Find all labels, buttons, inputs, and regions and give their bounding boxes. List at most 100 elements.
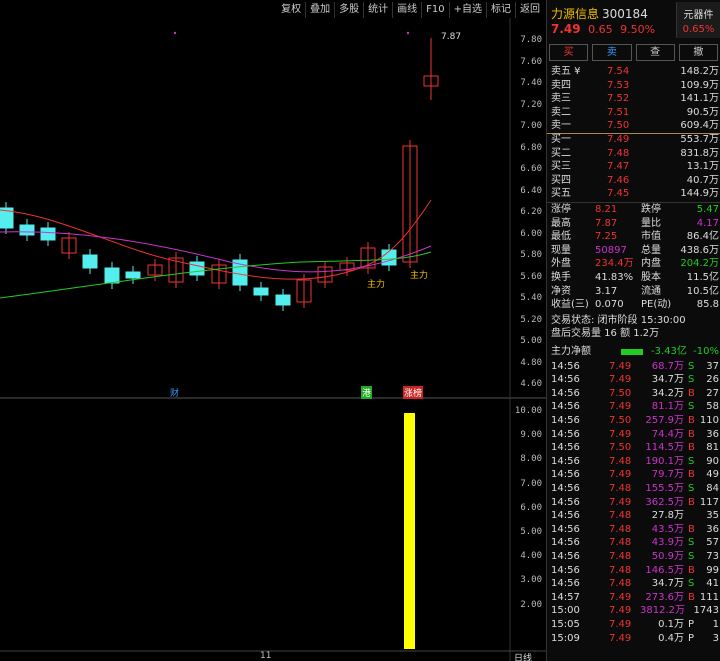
bid-row[interactable]: 买四 7.46 40.7万: [547, 174, 720, 188]
stat-row-v2: 86.4亿: [686, 231, 719, 243]
tick-row-price: 7.48: [609, 510, 632, 522]
price-tick: 6.20: [520, 207, 542, 217]
ask-row-label: 卖三: [551, 93, 571, 105]
stat-row: 外盘 234.4万 内盘 204.2万: [547, 257, 720, 271]
bid-row[interactable]: 买五 7.45 144.9万: [547, 187, 720, 201]
trade-buttons: 买卖查撤: [549, 44, 718, 61]
ask-row-price: 7.54: [607, 66, 630, 77]
tick-row-time: 14:56: [551, 442, 580, 454]
bid-row-vol: 13.1万: [686, 161, 719, 173]
trade-button-0[interactable]: 买: [549, 44, 589, 61]
price-tick: 6.40: [520, 185, 542, 196]
candle-body: [253, 287, 269, 296]
bid-row[interactable]: 买一 7.49 553.7万: [547, 133, 720, 147]
tick-row: 14:56 7.49 74.4万 B 36: [547, 428, 720, 442]
bid-row-label: 买三: [551, 161, 571, 173]
tick-row-num: 26: [706, 374, 719, 386]
stat-row-v2: 438.6万: [680, 244, 719, 256]
ask-row[interactable]: 卖二 7.51 90.5万: [547, 106, 720, 120]
stat-row: 最高 7.87 量比 4.17: [547, 217, 720, 231]
bid-row[interactable]: 买三 7.47 13.1万: [547, 160, 720, 174]
ask-row-vol: 109.9万: [680, 79, 719, 91]
tick-row-num: 1743: [693, 605, 719, 617]
stat-row: 涨停 8.21 跌停 5.47: [547, 203, 720, 217]
cai-marker[interactable]: 财: [170, 386, 179, 399]
tick-row-price: 7.50: [609, 387, 632, 399]
tick-row-num: 49: [706, 469, 719, 481]
tick-row-side: S: [688, 374, 695, 386]
stat-row: 最低 7.25 市值 86.4亿: [547, 230, 720, 244]
price-change: 0.65: [588, 23, 613, 36]
volume-tick: 7.00: [520, 478, 542, 489]
tick-row-time: 14:56: [551, 415, 580, 426]
zhangting-marker[interactable]: 涨榜: [403, 386, 424, 399]
kline-svg[interactable]: [0, 0, 546, 661]
trade-button-1[interactable]: 卖: [592, 44, 632, 61]
flow-row-value: -3.43亿: [651, 346, 687, 357]
tick-row-side: B: [688, 496, 695, 508]
stat-row-k2: 流通: [641, 285, 661, 297]
tick-row: 15:09 7.49 0.4万 P 3: [547, 632, 720, 646]
bid-row[interactable]: 买二 7.48 831.8万: [547, 147, 720, 161]
ask-row-price: 7.51: [607, 106, 630, 118]
ask-row[interactable]: 卖五 ¥ 7.54 148.2万: [547, 65, 720, 79]
tick-row-vol: 43.9万: [651, 537, 684, 549]
ask-row-label: 卖一: [551, 120, 571, 132]
sector-tag[interactable]: 元器件 0.65%: [676, 2, 720, 38]
stat-row: 换手 41.83% 股本 11.5亿: [547, 271, 720, 285]
stat-row-v1: 0.070: [595, 299, 624, 311]
stat-row-k2: 股本: [641, 272, 661, 283]
stat-row-k1: 净资: [551, 285, 571, 297]
zhuli-label-1: 主力: [367, 280, 386, 290]
bid-row-label: 买一: [551, 134, 571, 145]
tick-row: 14:56 7.48 43.5万 B 36: [547, 523, 720, 537]
volume-tick: 10.00: [514, 406, 542, 416]
price-tick: 7.00: [520, 121, 542, 131]
gang-marker[interactable]: 港: [361, 386, 373, 399]
price-tick: 4.60: [520, 379, 542, 389]
price-tick: 7.20: [520, 99, 542, 110]
tick-row-price: 7.49: [609, 496, 632, 508]
volume-tick: 9.00: [520, 430, 542, 441]
flow-row-bar: [621, 349, 643, 355]
tick-row: 14:56 7.48 146.5万 B 99: [547, 564, 720, 578]
tick-row: 14:56 7.48 43.9万 S 57: [547, 536, 720, 550]
tick-row-time: 14:56: [551, 537, 580, 549]
tick-row-price: 7.49: [609, 605, 632, 617]
price-tick: 5.80: [520, 250, 542, 260]
bid-row-vol: 144.9万: [680, 188, 719, 200]
ask-row[interactable]: 卖一 7.50 609.4万: [547, 119, 720, 133]
volume-axis: 10.00 9.00 8.00 7.00 6.00 5.00 4.00 3.00 2.00: [510, 398, 546, 651]
tick-row: 14:56 7.49 34.7万 S 26: [547, 373, 720, 387]
ask-row-vol: 609.4万: [680, 120, 719, 132]
ask-row[interactable]: 卖三 7.52 141.1万: [547, 92, 720, 106]
tick-row-price: 7.48: [609, 578, 632, 590]
period-tab[interactable]: 日线: [514, 651, 532, 661]
high-label: 7.87: [441, 32, 462, 42]
price-pct: 9.50%: [620, 23, 656, 36]
tick-row-vol: 146.5万: [645, 564, 684, 576]
candle-body: [104, 267, 120, 284]
stat-row-v2: 5.47: [696, 204, 719, 215]
stat-row-v1: 3.17: [595, 285, 618, 297]
volume-tick: 8.00: [520, 454, 542, 465]
trade-button-2[interactable]: 查: [635, 44, 675, 61]
trade-button-3[interactable]: 撤: [678, 44, 718, 61]
tick-row-time: 14:56: [551, 510, 580, 522]
tick-row-vol: 0.1万: [658, 619, 684, 630]
tick-row-time: 14:56: [551, 564, 580, 576]
ask-row-label: 卖五 ¥: [551, 66, 581, 77]
tick-row-side: S: [688, 360, 695, 372]
stat-row-v1: 7.25: [595, 231, 618, 243]
tick-row-side: S: [688, 537, 695, 549]
kline-chart-area[interactable]: 复权 叠加 多股 统计 画线 F10 +自选 标记 返回 7.80 7.60 7.40 7.20 7.0…: [0, 0, 546, 661]
price-tick: 7.40: [520, 78, 542, 88]
ask-row[interactable]: 卖四 7.53 109.9万: [547, 79, 720, 93]
tick-row-price: 7.50: [609, 415, 632, 426]
tick-row: 14:57 7.49 273.6万 B 111: [547, 591, 720, 605]
stat-row: 现量 50897 总量 438.6万: [547, 244, 720, 258]
stat-row-k1: 现量: [551, 244, 571, 256]
tick-row-side: B: [688, 428, 695, 440]
price-tick: 5.20: [520, 314, 542, 325]
stat-row-v2: 10.5亿: [686, 285, 719, 297]
